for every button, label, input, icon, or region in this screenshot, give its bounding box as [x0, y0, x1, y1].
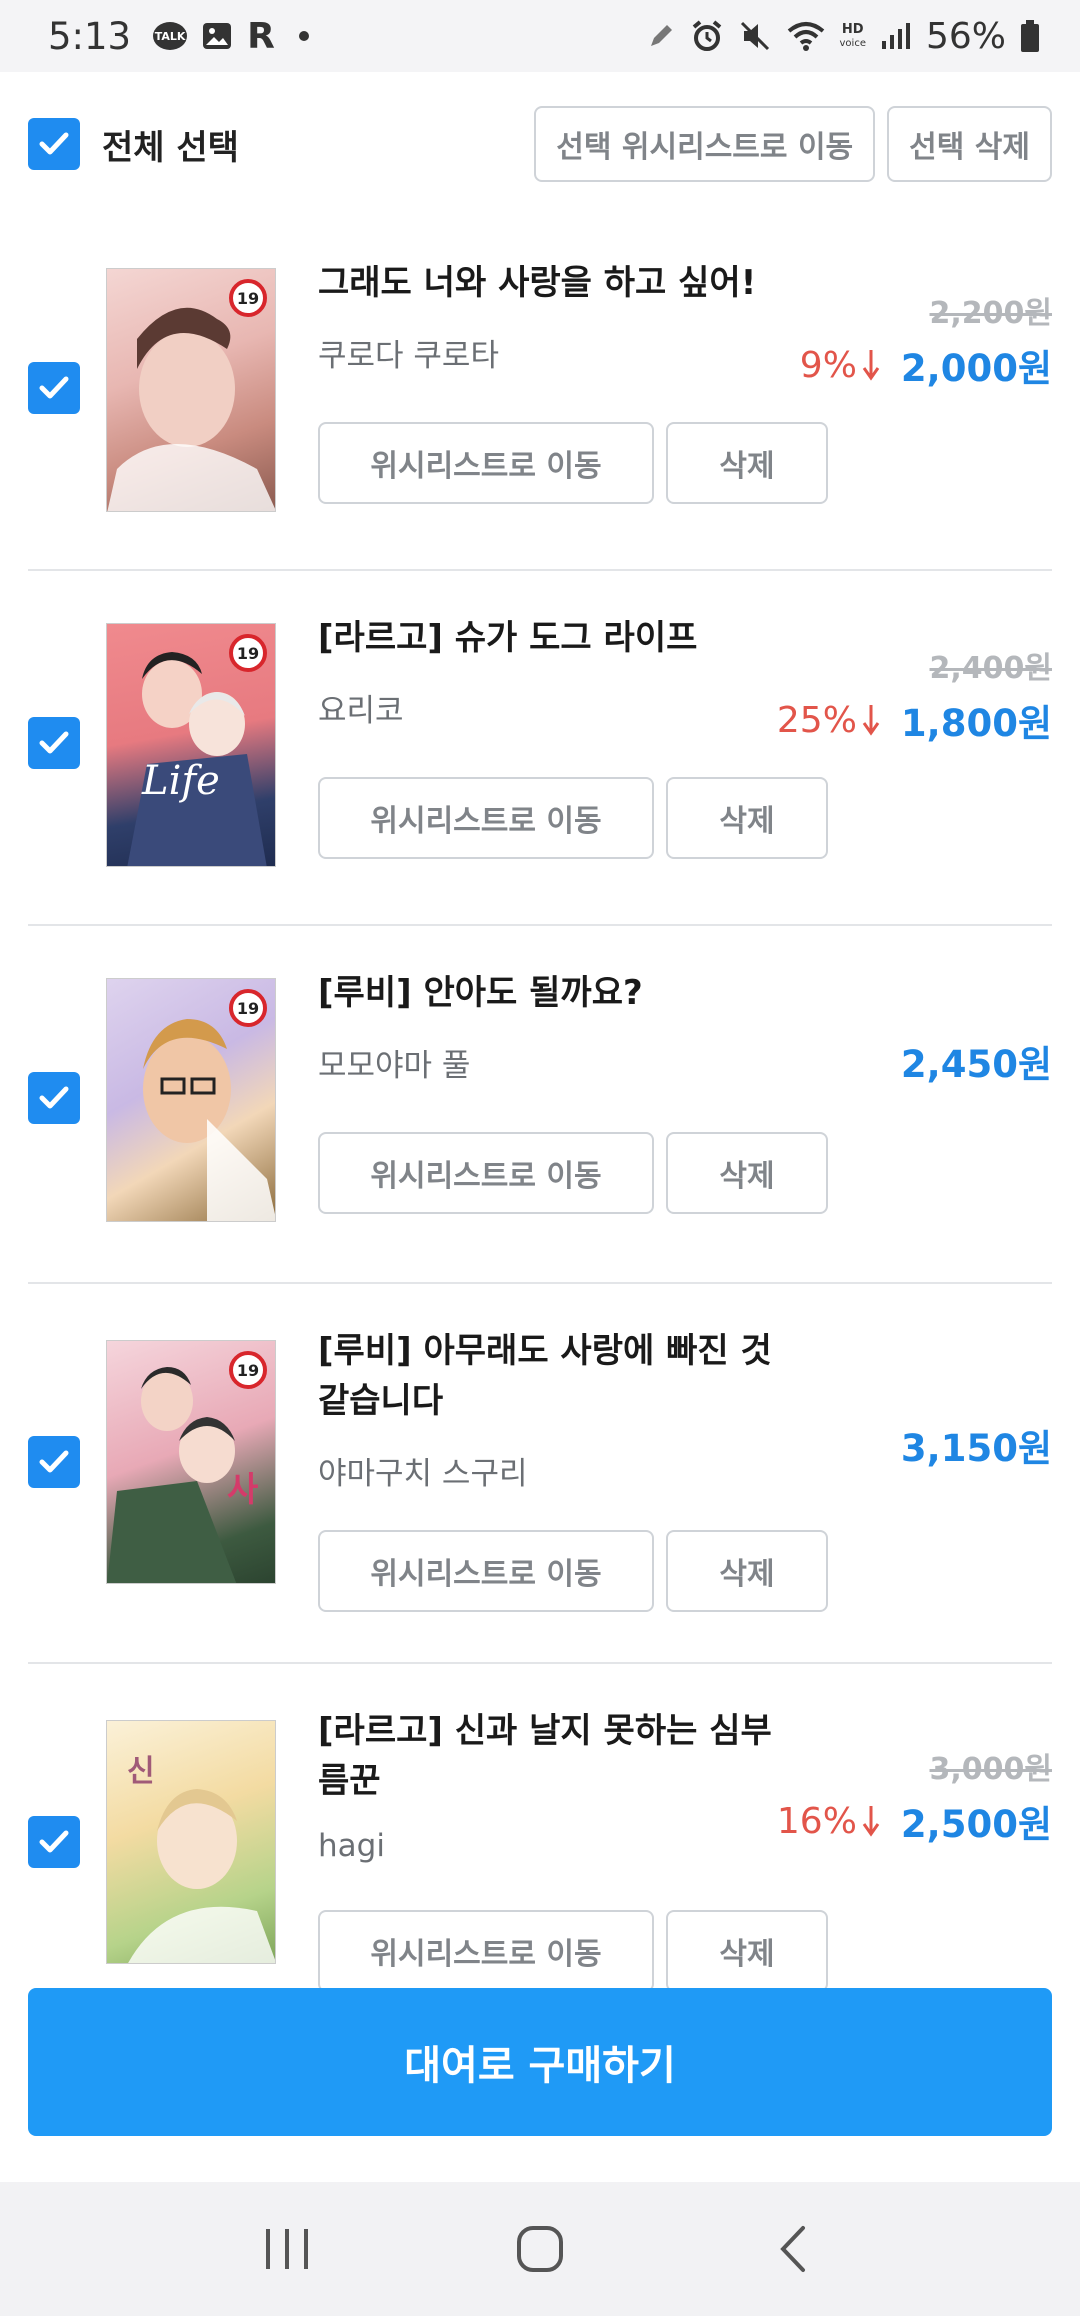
- delete-button[interactable]: 삭제: [666, 1530, 828, 1612]
- item-checkbox[interactable]: [28, 1072, 80, 1124]
- book-title[interactable]: [라르고] 슈가 도그 라이프: [318, 613, 798, 663]
- age-rating-badge: 19: [229, 1351, 267, 1389]
- cart-item: 사 19 [루비] 아무래도 사랑에 빠진 것 같습니다 야마구치 스구리 위시…: [28, 1284, 1052, 1664]
- book-title[interactable]: [루비] 아무래도 사랑에 빠진 것 같습니다: [318, 1326, 798, 1426]
- discount-rate: 16%: [777, 1801, 881, 1842]
- book-author: 쿠로다 쿠로타: [318, 338, 499, 374]
- buy-rental-button[interactable]: 대여로 구매하기: [28, 1988, 1052, 2136]
- navigation-bar: [0, 2182, 1080, 2316]
- svg-text:사: 사: [227, 1470, 258, 1510]
- move-to-wishlist-button[interactable]: 위시리스트로 이동: [318, 1530, 654, 1612]
- r-icon: R: [247, 15, 275, 57]
- cart-item: 신 [라르고] 신과 날지 못하는 심부름꾼 hagi 위시리스트로 이동 삭제…: [28, 1664, 1052, 2024]
- price-box: 2,200원 9% 2,000원: [800, 288, 1052, 392]
- select-all-label[interactable]: 전체 선택: [102, 120, 239, 169]
- original-price: 3,000원: [929, 1752, 1053, 1787]
- delete-button[interactable]: 삭제: [666, 777, 828, 859]
- item-checkbox[interactable]: [28, 362, 80, 414]
- mute-icon: [738, 19, 772, 53]
- original-price: 2,400원: [929, 651, 1053, 686]
- check-icon: [39, 376, 69, 399]
- check-icon: [39, 1086, 69, 1109]
- delete-button[interactable]: 삭제: [666, 1132, 828, 1214]
- book-author: hagi: [318, 1828, 385, 1864]
- move-to-wishlist-button[interactable]: 위시리스트로 이동: [318, 777, 654, 859]
- price-box: 2,400원 25% 1,800원: [777, 643, 1052, 747]
- select-all-checkbox[interactable]: [28, 118, 80, 170]
- sale-price: 1,800원: [900, 702, 1052, 745]
- svg-text:신: 신: [127, 1754, 155, 1789]
- arrow-down-icon: [862, 1806, 880, 1837]
- cart-item: Life 19 [라르고] 슈가 도그 라이프 요리코 위시리스트로 이동 삭제…: [28, 571, 1052, 926]
- book-title[interactable]: [라르고] 신과 날지 못하는 심부름꾼: [318, 1706, 798, 1806]
- check-icon: [39, 1450, 69, 1473]
- move-selected-to-wishlist-button[interactable]: 선택 위시리스트로 이동: [534, 106, 876, 182]
- check-icon: [39, 1830, 69, 1853]
- book-cover[interactable]: 신: [106, 1720, 276, 1964]
- cart-list: 19 그래도 너와 사랑을 하고 싶어! 쿠로다 쿠로타 위시리스트로 이동 삭…: [28, 216, 1052, 2024]
- book-author: 요리코: [318, 693, 404, 729]
- move-to-wishlist-button[interactable]: 위시리스트로 이동: [318, 1910, 654, 1992]
- sale-price: 2,500원: [900, 1803, 1052, 1846]
- price-box: 2,450원: [901, 1034, 1052, 1088]
- battery-icon: [1020, 19, 1040, 53]
- selection-toolbar: 전체 선택 선택 위시리스트로 이동 선택 삭제: [0, 72, 1080, 216]
- item-checkbox[interactable]: [28, 1436, 80, 1488]
- clock: 5:13: [48, 14, 132, 58]
- sale-price: 2,450원: [900, 1043, 1052, 1086]
- alarm-icon: [690, 19, 724, 53]
- delete-button[interactable]: 삭제: [666, 422, 828, 504]
- notification-dot-icon: [298, 31, 309, 41]
- age-rating-badge: 19: [229, 279, 267, 317]
- book-title[interactable]: [루비] 안아도 될까요?: [318, 968, 798, 1018]
- wifi-icon: [786, 19, 826, 53]
- arrow-down-icon: [862, 350, 880, 381]
- discount-rate: 9%: [800, 345, 881, 386]
- recent-apps-icon[interactable]: [227, 2199, 347, 2299]
- signal-icon: [880, 21, 912, 51]
- sale-price: 3,150원: [900, 1427, 1052, 1470]
- book-cover[interactable]: 19: [106, 978, 276, 1222]
- original-price: 2,200원: [929, 296, 1053, 331]
- delete-selected-button[interactable]: 선택 삭제: [887, 106, 1052, 182]
- book-title[interactable]: 그래도 너와 사랑을 하고 싶어!: [318, 258, 798, 308]
- item-checkbox[interactable]: [28, 717, 80, 769]
- status-bar: 5:13 TALK R HD voice 56%: [0, 0, 1080, 72]
- price-box: 3,000원 16% 2,500원: [777, 1744, 1052, 1848]
- gallery-icon: [201, 21, 233, 51]
- age-rating-badge: 19: [229, 989, 267, 1027]
- age-rating-badge: 19: [229, 634, 267, 672]
- hd-voice-icon: HD voice: [839, 21, 866, 49]
- check-icon: [39, 731, 69, 754]
- book-cover[interactable]: 19: [106, 268, 276, 512]
- price-box: 3,150원: [901, 1418, 1052, 1472]
- battery-percentage: 56%: [925, 15, 1006, 57]
- talk-icon: TALK: [153, 22, 188, 50]
- move-to-wishlist-button[interactable]: 위시리스트로 이동: [318, 422, 654, 504]
- book-author: 야마구치 스구리: [318, 1456, 528, 1492]
- check-icon: [39, 132, 69, 155]
- svg-text:Life: Life: [141, 758, 220, 804]
- discount-rate: 25%: [777, 700, 881, 741]
- back-icon[interactable]: [733, 2199, 853, 2299]
- item-checkbox[interactable]: [28, 1816, 80, 1868]
- sale-price: 2,000원: [900, 347, 1052, 390]
- pen-icon: [646, 21, 676, 51]
- cover-illustration: 신: [127, 1754, 275, 1963]
- book-author: 모모야마 풀: [318, 1048, 471, 1084]
- home-icon[interactable]: [480, 2199, 600, 2299]
- cart-item: 19 [루비] 안아도 될까요? 모모야마 풀 위시리스트로 이동 삭제 2,4…: [28, 926, 1052, 1284]
- move-to-wishlist-button[interactable]: 위시리스트로 이동: [318, 1132, 654, 1214]
- book-cover[interactable]: 사 19: [106, 1340, 276, 1584]
- cart-item: 19 그래도 너와 사랑을 하고 싶어! 쿠로다 쿠로타 위시리스트로 이동 삭…: [28, 216, 1052, 571]
- arrow-down-icon: [862, 705, 880, 736]
- book-cover[interactable]: Life 19: [106, 623, 276, 867]
- delete-button[interactable]: 삭제: [666, 1910, 828, 1992]
